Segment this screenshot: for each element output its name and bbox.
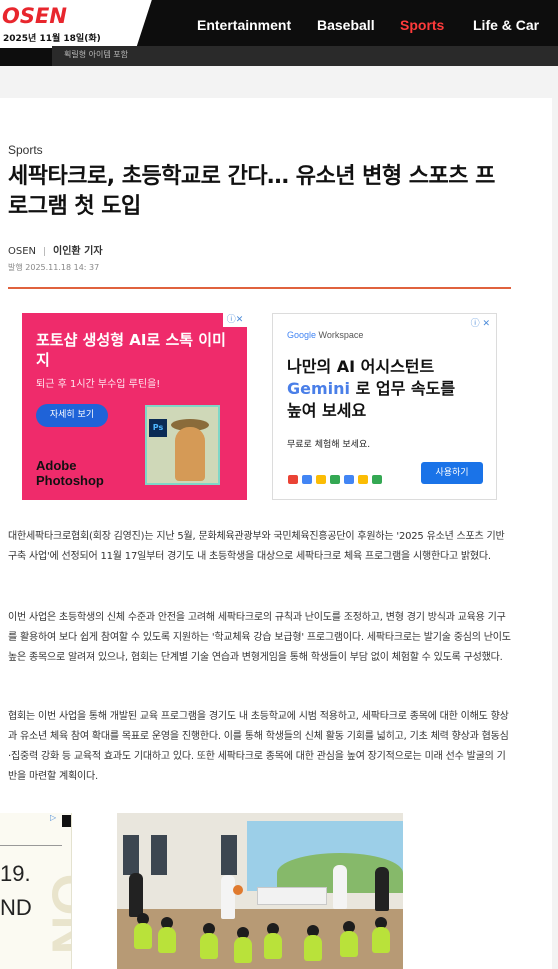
event-banner (257, 887, 327, 905)
drive-icon (316, 475, 326, 484)
coach-figure (375, 867, 389, 911)
publish-date: 발행 2025.11.18 14: 37 (8, 263, 100, 272)
calendar-icon (302, 475, 312, 484)
nav-life-car[interactable]: Life & Car (473, 17, 539, 33)
ad-details-button[interactable]: 자세히 보기 (36, 404, 108, 427)
byline-divider (44, 246, 46, 256)
adobe-brand-line2: Photoshop (36, 473, 104, 488)
side-ad-number: 19. (0, 861, 31, 886)
adobe-photoshop-ad[interactable]: ⓘ✕ 포토샵 생성형 AI로 스톡 이미지 퇴근 후 1시간 부수입 루틴을! … (22, 313, 247, 500)
student-figure (134, 923, 152, 949)
coach-figure (221, 875, 235, 919)
student-figure (340, 931, 358, 957)
ad-choices-icon[interactable]: ▷ (50, 813, 56, 822)
ad-headline-line1: 나만의 AI 어시스턴트 (287, 357, 435, 376)
ad-headline-line2: Gemini 로 업무 속도를 (287, 378, 492, 400)
ad-headline-line2-rest: 로 업무 속도를 (350, 379, 456, 398)
site-header: OSEN 2025년 11월 18일(화) Entertainment Base… (0, 0, 558, 66)
section-label[interactable]: Sports (8, 143, 43, 157)
header-strip-text: 획릴형 아이템 포함 (64, 50, 128, 59)
ad-headline: 나만의 AI 어시스턴트 Gemini 로 업무 속도를 높여 보세요 (287, 356, 492, 422)
header-date: 2025년 11월 18일(화) (3, 34, 101, 44)
close-icon[interactable] (62, 815, 71, 827)
byline: OSEN 이인환 기자 (8, 242, 103, 257)
photoshop-preview-image: Ps (145, 405, 220, 485)
docs-icon (330, 475, 340, 484)
door (221, 835, 237, 875)
ad-close-icon[interactable]: ⓘ✕ (223, 313, 247, 327)
header-spacer (0, 66, 558, 98)
coach-figure (333, 865, 347, 909)
google-workspace-ad[interactable]: ⓘ ✕ Google Workspace 나만의 AI 어시스턴트 Gemini… (272, 313, 497, 500)
ad-subtitle: 무료로 체험해 보세요. (287, 440, 371, 450)
person-figure (175, 427, 205, 481)
window (123, 835, 139, 875)
nav-baseball[interactable]: Baseball (317, 17, 375, 33)
ad-info-icon[interactable]: ⓘ ✕ (471, 316, 490, 329)
byline-reporter[interactable]: 이인환 기자 (53, 246, 102, 257)
student-figure (304, 935, 322, 961)
article-page: OSEN 2025년 11월 18일(화) Entertainment Base… (0, 0, 558, 969)
article-paragraph-3: 협회는 이번 사업을 통해 개발된 교육 프로그램을 경기도 내 초등학교에 시… (8, 711, 509, 782)
gemini-word: Gemini (287, 379, 351, 398)
google-word: Google (287, 330, 317, 340)
right-gutter (552, 98, 558, 969)
student-figure (372, 927, 390, 953)
student-figure (200, 933, 218, 959)
coach-figure (129, 873, 143, 917)
article-paragraph-2: 이번 사업은 초등학생의 신체 수준과 안전을 고려해 세팍타크로의 규칙과 난… (8, 612, 511, 663)
gmail-icon (288, 475, 298, 484)
site-logo[interactable]: OSEN (2, 4, 67, 28)
ad-use-button[interactable]: 사용하기 (421, 462, 483, 484)
adobe-brand-line1: Adobe (36, 458, 77, 473)
nav-entertainment[interactable]: Entertainment (197, 17, 291, 33)
side-ad-watermark: ON (40, 873, 72, 955)
adobe-brand: Adobe Photoshop (36, 458, 104, 488)
workspace-word: Workspace (316, 330, 364, 340)
nav-sports[interactable]: Sports (400, 17, 444, 33)
side-ad-divider (0, 845, 62, 846)
ad-subtitle: 퇴근 후 1시간 부수입 루틴을! (36, 379, 161, 390)
article-photo (117, 813, 403, 969)
student-figure (264, 933, 282, 959)
student-figure (158, 927, 176, 953)
student-figure (234, 937, 252, 963)
sepak-ball (233, 885, 243, 895)
ad-headline-line3: 높여 보세요 (287, 401, 367, 420)
google-workspace-brand: Google Workspace (287, 330, 363, 340)
ad-title: 포토샵 생성형 AI로 스톡 이미지 (36, 331, 226, 369)
photoshop-icon: Ps (149, 419, 167, 437)
article-paragraph-1: 대한세팍타크로협회(회장 김영진)는 지난 5월, 문화체육관광부와 국민체육진… (8, 531, 505, 562)
slides-icon (358, 475, 368, 484)
side-ad-text: ND (0, 895, 32, 920)
window (151, 835, 167, 875)
side-ad[interactable]: ON ▷ 19. ND (0, 813, 72, 969)
logo-area[interactable]: OSEN 2025년 11월 18일(화) (0, 0, 130, 48)
workspace-app-icons (288, 475, 382, 484)
title-divider (8, 287, 511, 289)
article-title: 세팍타크로, 초등학교로 간다… 유소년 변형 스포츠 프로그램 첫 도입 (8, 164, 495, 219)
header-banner-strip[interactable]: 획릴형 아이템 포함 (52, 46, 558, 66)
byline-source: OSEN (8, 246, 37, 257)
sheets-icon (344, 475, 354, 484)
meet-icon (372, 475, 382, 484)
